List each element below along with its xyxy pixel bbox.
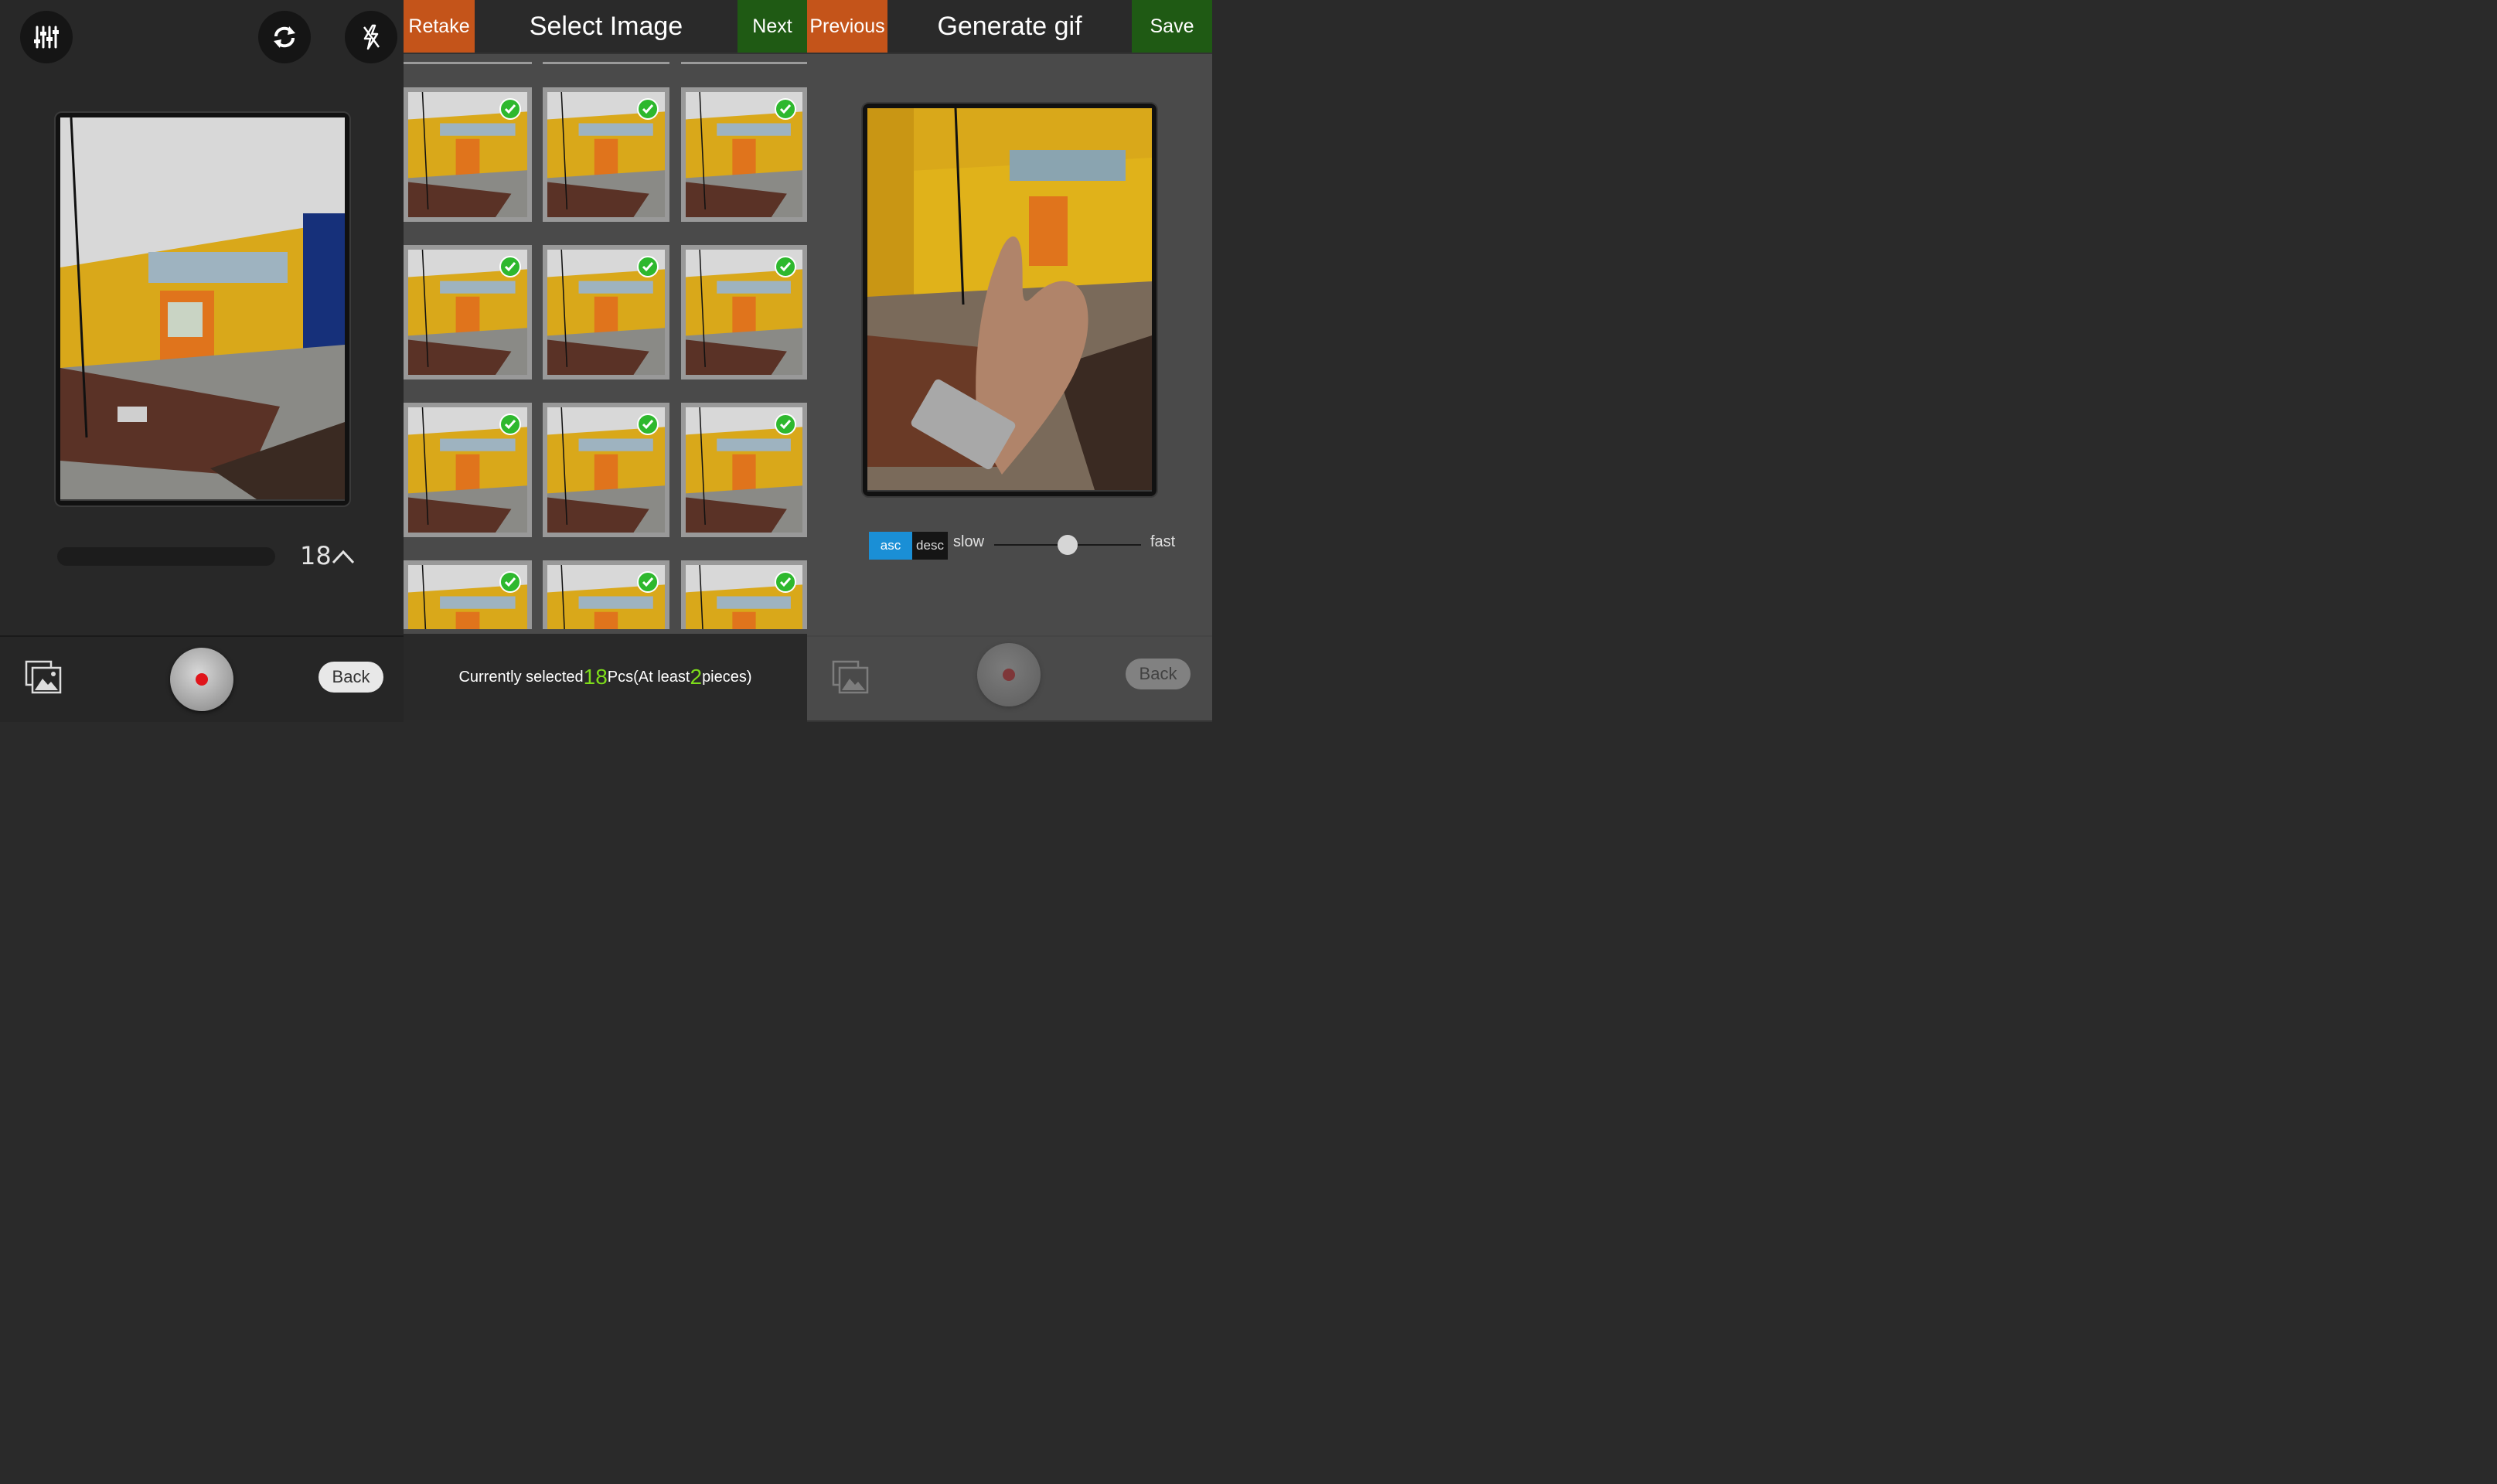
checkmark-icon[interactable] (775, 98, 796, 120)
thumbnail-item[interactable] (404, 87, 532, 222)
switch-camera-icon[interactable] (258, 11, 311, 63)
gif-preview-image (867, 107, 1152, 492)
record-button-disabled (977, 643, 1041, 706)
checkmark-icon[interactable] (499, 256, 521, 277)
status-mid: Pcs(At least (607, 668, 690, 686)
slow-label: slow (953, 533, 985, 550)
topbar-divider (807, 53, 1212, 54)
record-dot-icon (196, 673, 208, 686)
frame-count: 18 (300, 541, 332, 570)
page-title-gif: Generate gif (887, 0, 1132, 53)
checkmark-icon[interactable] (775, 571, 796, 593)
checkmark-icon[interactable] (499, 571, 521, 593)
flash-off-icon[interactable] (345, 11, 397, 63)
camera-bottom-bar: Back (0, 635, 404, 722)
gif-bottom-bar: Back (807, 635, 1212, 722)
previous-button[interactable]: Previous (807, 0, 887, 53)
camera-preview-image (60, 117, 345, 501)
camera-panel: 18 Back (0, 0, 404, 722)
record-button[interactable] (170, 648, 233, 711)
gallery-icon[interactable] (25, 660, 63, 699)
camera-preview (54, 111, 351, 507)
thumbnail-item[interactable] (681, 403, 807, 537)
checkmark-icon[interactable] (775, 414, 796, 435)
selected-count: 18 (583, 665, 608, 689)
checkmark-icon[interactable] (775, 256, 796, 277)
gallery-icon (832, 660, 870, 699)
thumbnail-item[interactable] (543, 245, 669, 380)
back-button-disabled: Back (1126, 659, 1191, 689)
min-count: 2 (690, 665, 703, 689)
select-image-panel: Retake Select Image Next Currently selec… (404, 0, 807, 720)
checkmark-icon[interactable] (499, 98, 521, 120)
chevron-up-icon[interactable] (331, 547, 356, 569)
thumbnail-item[interactable] (404, 403, 532, 537)
generate-gif-panel: Previous Generate gif Save asc desc slow… (807, 0, 1212, 722)
equalizer-icon[interactable] (20, 11, 73, 63)
save-button[interactable]: Save (1132, 0, 1212, 53)
thumbnail-grid (404, 0, 807, 629)
thumbnail-item[interactable] (681, 560, 807, 629)
back-button[interactable]: Back (319, 662, 383, 693)
frame-count-bar (57, 547, 275, 566)
status-prefix: Currently selected (458, 668, 584, 686)
selection-status: Currently selected 18 Pcs(At least 2 pie… (404, 634, 807, 720)
checkmark-icon[interactable] (637, 571, 659, 593)
status-suffix: pieces) (702, 668, 752, 686)
checkmark-icon[interactable] (637, 98, 659, 120)
gif-preview (861, 102, 1158, 498)
thumbnail-item[interactable] (543, 560, 669, 629)
checkmark-icon[interactable] (637, 256, 659, 277)
thumbnail-item[interactable] (404, 245, 532, 380)
checkmark-icon[interactable] (637, 414, 659, 435)
checkmark-icon[interactable] (499, 414, 521, 435)
desc-toggle[interactable]: desc (912, 532, 948, 560)
record-dot-icon (1003, 669, 1015, 681)
thumbnail-item[interactable] (404, 560, 532, 629)
asc-toggle[interactable]: asc (869, 532, 912, 560)
thumbnail-item[interactable] (681, 87, 807, 222)
thumbnail-item[interactable] (543, 87, 669, 222)
speed-slider-knob[interactable] (1058, 535, 1078, 555)
thumbnail-item[interactable] (543, 403, 669, 537)
thumbnail-item[interactable] (681, 245, 807, 380)
fast-label: fast (1150, 533, 1176, 550)
